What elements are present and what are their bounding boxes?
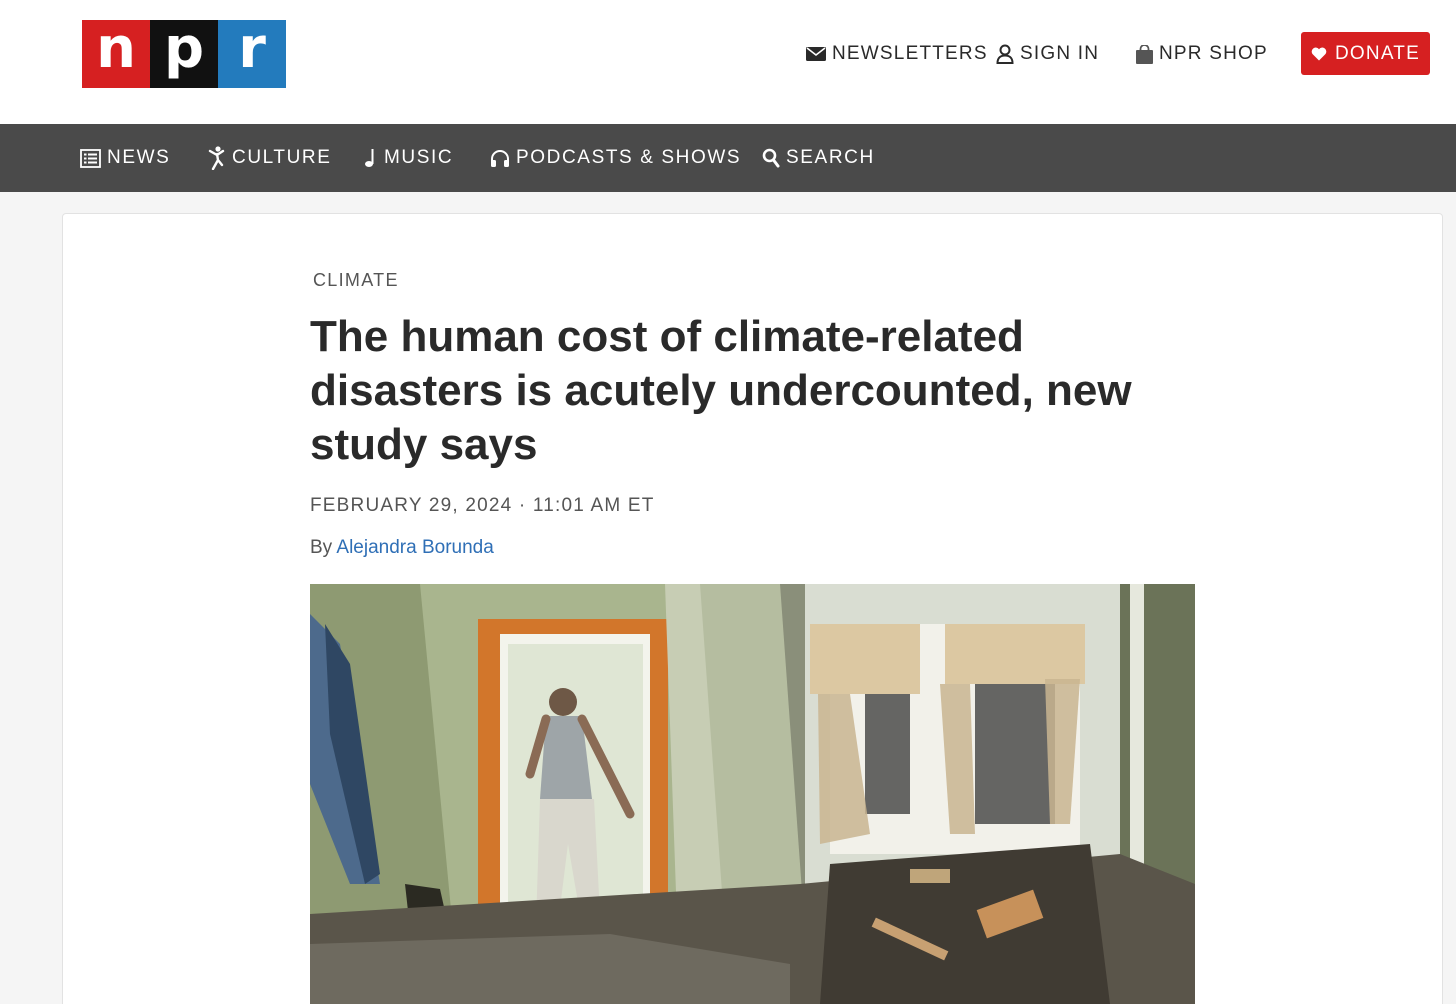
logo-letter-p: p (150, 20, 218, 88)
npr-shop-label: NPR SHOP (1159, 43, 1268, 64)
nav-item-music[interactable]: MUSIC (364, 124, 453, 192)
nav-item-news[interactable]: NEWS (80, 124, 170, 192)
news-list-icon (80, 148, 101, 168)
article-headline: The human cost of climate-related disast… (310, 312, 1132, 469)
search-icon (762, 148, 780, 168)
nav-label-music: MUSIC (384, 147, 454, 168)
section-label[interactable]: CLIMATE (313, 270, 399, 291)
npr-shop-link[interactable]: NPR SHOP (1136, 40, 1268, 68)
nav-label-podcasts-shows: PODCASTS & SHOWS (516, 147, 742, 168)
npr-logo[interactable]: n p r (82, 20, 286, 88)
nav-label-news: NEWS (107, 147, 171, 168)
heart-icon (1311, 47, 1327, 60)
article-byline: By Alejandra Borunda (310, 537, 494, 559)
shopping-bag-icon (1136, 44, 1153, 64)
music-note-icon (365, 149, 374, 167)
article-dateline: FEBRUARY 29, 2024 · 11:01 AM ET (310, 495, 655, 516)
byline-prefix: By (310, 537, 337, 558)
headphones-icon (491, 149, 509, 167)
newsletters-label: NEWSLETTERS (832, 43, 988, 64)
sign-in-link[interactable]: SIGN IN (996, 40, 1099, 68)
user-icon (996, 44, 1014, 64)
flood-damage-photo (310, 584, 1195, 1004)
nav-item-search[interactable]: SEARCH (762, 124, 875, 192)
envelope-icon (806, 47, 826, 61)
nav-label-search: SEARCH (786, 147, 875, 168)
nav-item-culture[interactable]: CULTURE (208, 124, 332, 192)
main-nav: NEWS CULTURE MUSIC PODCASTS & SHOWS SEAR… (0, 124, 1456, 192)
nav-label-culture: CULTURE (232, 147, 332, 168)
sign-in-label: SIGN IN (1020, 43, 1100, 64)
nav-item-podcasts-shows[interactable]: PODCASTS & SHOWS (490, 124, 741, 192)
author-link[interactable]: Alejandra Borunda (336, 537, 493, 558)
donate-label: DONATE (1335, 42, 1420, 64)
lead-photo (310, 584, 1195, 1004)
dancer-icon (208, 146, 225, 170)
donate-button[interactable]: DONATE (1301, 32, 1430, 75)
newsletters-link[interactable]: NEWSLETTERS (806, 40, 988, 68)
logo-letter-r: r (218, 20, 286, 88)
logo-letter-n: n (82, 20, 150, 88)
site-header: n p r NEWSLETTERS SIGN IN NPR SHOP DONAT… (0, 0, 1456, 124)
